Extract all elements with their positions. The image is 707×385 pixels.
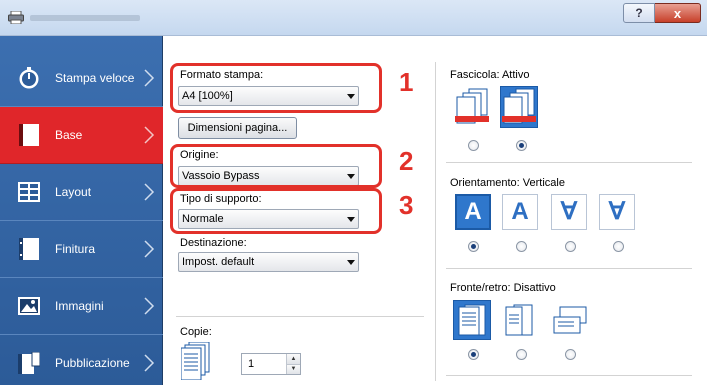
publication-icon: [17, 352, 41, 374]
finishing-icon: [17, 238, 41, 260]
column-divider: [435, 62, 436, 381]
copies-label: Copie:: [180, 326, 212, 338]
sidebar-item-images[interactable]: Immagini: [0, 278, 163, 335]
dropdown-arrow-icon: [344, 253, 358, 271]
divider: [446, 268, 692, 269]
duplex-off-icon: [458, 304, 486, 336]
title-bar: ? x: [0, 0, 707, 36]
orientation-rotated-landscape-option[interactable]: ∀: [599, 194, 635, 230]
close-button[interactable]: x: [655, 3, 701, 23]
portrait-glyph: A: [464, 198, 482, 225]
duplex-label: Fronte/retro: Disattivo: [450, 282, 556, 294]
sidebar-item-label: Finitura: [55, 242, 96, 256]
sidebar: Stampa veloce Base Layout Finitura Immag…: [0, 36, 163, 385]
chevron-right-icon: [144, 69, 155, 87]
printer-icon: [8, 11, 24, 24]
callout-box-1: [170, 63, 382, 113]
sidebar-item-basic[interactable]: Base: [0, 107, 163, 164]
collate-on-option[interactable]: [500, 86, 538, 128]
divider: [176, 316, 424, 317]
stopwatch-icon: [17, 67, 41, 89]
destination-select[interactable]: Impost. default: [178, 252, 359, 272]
rotated-portrait-glyph: ∀: [560, 198, 578, 225]
stepper-up-icon[interactable]: ▲: [287, 354, 300, 364]
destination-value: Impost. default: [182, 256, 255, 268]
collate-off-icon: [455, 88, 489, 124]
duplex-long-edge-radio[interactable]: [516, 349, 527, 360]
copies-stack-icon: [181, 342, 210, 380]
chevron-right-icon: [144, 240, 155, 258]
orientation-landscape-option[interactable]: A: [502, 194, 538, 230]
landscape-glyph: A: [511, 198, 529, 225]
window-title-redacted: [30, 15, 140, 21]
sidebar-item-label: Base: [55, 128, 83, 142]
collate-on-radio[interactable]: [516, 140, 527, 151]
orientation-rotated-portrait-radio[interactable]: [565, 241, 576, 252]
callout-number-3: 3: [399, 190, 414, 220]
collate-on-icon: [502, 88, 536, 124]
collate-off-option[interactable]: [453, 86, 491, 128]
orientation-label: Orientamento: Verticale: [450, 177, 565, 189]
collate-off-radio[interactable]: [468, 140, 479, 151]
chevron-right-icon: [144, 297, 155, 315]
layout-grid-icon: [17, 181, 41, 203]
duplex-short-edge-option[interactable]: [549, 300, 591, 340]
duplex-off-option[interactable]: [453, 300, 491, 340]
orientation-rotated-portrait-option[interactable]: ∀: [551, 194, 587, 230]
orientation-portrait-option[interactable]: A: [455, 194, 491, 230]
sidebar-item-label: Stampa veloce: [55, 71, 135, 85]
duplex-off-radio[interactable]: [468, 349, 479, 360]
sidebar-item-label: Immagini: [55, 299, 104, 313]
copies-stepper[interactable]: 1 ▲ ▼: [241, 353, 301, 375]
chevron-right-icon: [144, 354, 155, 372]
duplex-long-edge-icon: [505, 304, 533, 336]
chevron-right-icon: [144, 183, 155, 201]
sidebar-item-label: Pubblicazione: [55, 356, 130, 370]
orientation-portrait-radio[interactable]: [468, 241, 479, 252]
duplex-long-edge-option[interactable]: [500, 300, 538, 340]
help-button[interactable]: ?: [623, 3, 655, 23]
callout-box-2: [170, 144, 382, 188]
image-icon: [17, 295, 41, 317]
callout-number-1: 1: [399, 67, 414, 97]
destination-label: Destinazione:: [180, 237, 247, 249]
stepper-down-icon[interactable]: ▼: [287, 363, 300, 374]
collate-label: Fascicola: Attivo: [450, 69, 530, 81]
copies-value: 1: [248, 358, 255, 370]
orientation-landscape-radio[interactable]: [516, 241, 527, 252]
sidebar-item-layout[interactable]: Layout: [0, 164, 163, 221]
sidebar-item-label: Layout: [55, 185, 92, 199]
divider: [446, 375, 692, 376]
duplex-short-edge-icon: [553, 306, 587, 334]
callout-box-3: [170, 188, 382, 234]
sidebar-item-finishing[interactable]: Finitura: [0, 221, 163, 278]
page-size-button[interactable]: Dimensioni pagina...: [178, 117, 297, 139]
divider: [446, 162, 692, 163]
sidebar-item-quick-print[interactable]: Stampa veloce: [0, 50, 163, 107]
page-icon: [17, 124, 41, 146]
callout-number-2: 2: [399, 146, 414, 176]
duplex-short-edge-radio[interactable]: [565, 349, 576, 360]
rotated-landscape-glyph: ∀: [608, 198, 626, 225]
orientation-rotated-landscape-radio[interactable]: [613, 241, 624, 252]
chevron-right-icon: [144, 126, 155, 144]
sidebar-item-publication[interactable]: Pubblicazione: [0, 335, 163, 385]
